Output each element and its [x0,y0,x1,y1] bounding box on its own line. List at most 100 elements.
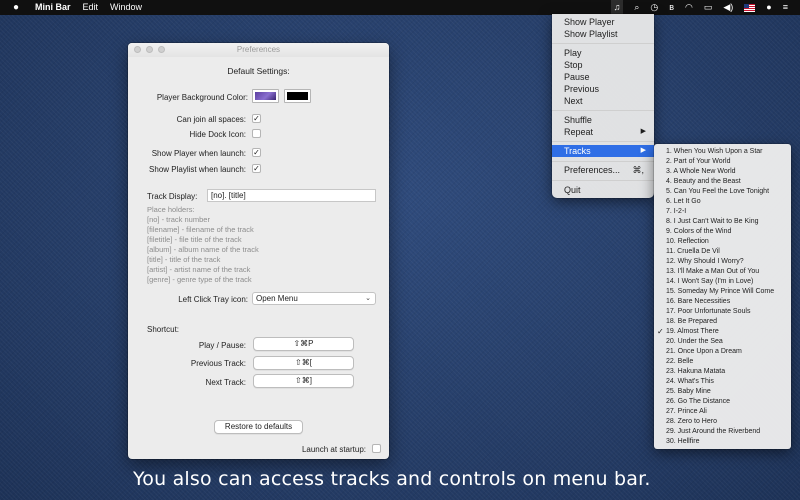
join-spaces-label: Can join all spaces: [176,115,246,124]
track-item[interactable]: 17. Poor Unfortunate Souls [654,307,791,317]
track-item[interactable]: 8. I Just Can't Wait to Be King [654,217,791,227]
track-item[interactable]: 16. Bare Necessities [654,297,791,307]
placeholder-item: [filename] - filename of the track [147,225,254,234]
track-item[interactable]: 1. When You Wish Upon a Star [654,147,791,157]
menu-item-pause[interactable]: Pause [552,71,654,83]
menu-separator [552,141,654,142]
join-spaces-checkbox[interactable]: ✓ [252,114,261,123]
bg-color-swatch-secondary[interactable] [284,89,311,103]
submenu-arrow-icon: ▶ [640,147,646,154]
menu-item-shuffle[interactable]: Shuffle [552,114,654,126]
menu-bar: ● Mini Bar Edit Window ♫ ⌕ ◷ ʙ ◠ ▭ ◀) ● … [0,0,800,15]
menu-item-previous[interactable]: Previous [552,83,654,95]
next-track-shortcut-field[interactable]: ⇧⌘] [253,374,354,388]
apple-icon[interactable]: ● [13,0,25,15]
track-item[interactable]: 18. Be Prepared [654,317,791,327]
default-settings-heading: Default Settings: [227,66,290,76]
search-icon[interactable]: ⌕ [634,0,639,15]
show-playlist-label: Show Playlist when launch: [149,165,246,174]
chevron-down-icon: ⌄ [365,295,371,302]
track-label: 11. Cruella De Vil [666,248,720,255]
track-label: 23. Hakuna Matata [666,368,726,375]
track-item[interactable]: 11. Cruella De Vil [654,247,791,257]
track-item[interactable]: 27. Prince Ali [654,407,791,417]
show-playlist-checkbox[interactable]: ✓ [252,164,261,173]
wifi-icon[interactable]: ◠ [685,0,693,15]
left-click-label: Left Click Tray icon: [178,295,248,304]
menu-item-next[interactable]: Next [552,95,654,107]
menu-item-quit[interactable]: Quit [552,184,654,196]
track-item[interactable]: ✓ 19. Almost There [654,327,791,337]
edit-menu[interactable]: Edit [83,0,99,15]
track-item[interactable]: 29. Just Around the Riverbend [654,427,791,437]
launch-startup-checkbox[interactable] [372,444,381,453]
track-item[interactable]: 10. Reflection [654,237,791,247]
track-label: 27. Prince Ali [666,408,707,415]
track-label: 30. Hellfire [666,438,700,445]
menu-item-show-player[interactable]: Show Player [552,16,654,28]
track-item[interactable]: 23. Hakuna Matata [654,367,791,377]
track-label: 6. Let It Go [666,198,701,205]
promo-caption: You also can access tracks and controls … [133,468,651,490]
track-item[interactable]: 21. Once Upon a Dream [654,347,791,357]
track-item[interactable]: 15. Someday My Prince Will Come [654,287,791,297]
us-flag-icon[interactable] [744,3,756,12]
track-display-input[interactable]: [no]. [title] [207,189,376,202]
menu-item-repeat[interactable]: Repeat ▶ [552,126,654,138]
restore-defaults-button[interactable]: Restore to defaults [214,420,303,434]
track-item[interactable]: 30. Hellfire [654,437,791,447]
track-item[interactable]: 12. Why Should I Worry? [654,257,791,267]
track-item[interactable]: 3. A Whole New World [654,167,791,177]
track-item[interactable]: 22. Belle [654,357,791,367]
preferences-shortcut: ⌘, [632,165,644,175]
window-menu[interactable]: Window [110,0,142,15]
track-item[interactable]: 7. I-2-I [654,207,791,217]
submenu-arrow-icon: ▶ [640,128,646,135]
track-label: 29. Just Around the Riverbend [666,428,761,435]
track-label: 16. Bare Necessities [666,298,731,305]
track-item[interactable]: 9. Colors of the Wind [654,227,791,237]
track-item[interactable]: 6. Let It Go [654,197,791,207]
app-menu[interactable]: Mini Bar [35,0,71,15]
track-item[interactable]: 5. Can You Feel the Love Tonight [654,187,791,197]
track-item[interactable]: 2. Part of Your World [654,157,791,167]
shortcut-heading: Shortcut: [147,325,180,334]
show-player-checkbox[interactable]: ✓ [252,148,261,157]
menu-item-play[interactable]: Play [552,47,654,59]
track-label: 28. Zero to Hero [666,418,717,425]
bluetooth-icon[interactable]: ʙ [669,0,674,15]
notification-list-icon[interactable]: ≡ [783,0,788,15]
menu-item-show-playlist[interactable]: Show Playlist [552,28,654,40]
airplay-icon[interactable]: ▭ [704,0,713,15]
music-note-icon[interactable]: ♫ [610,0,624,15]
track-item[interactable]: 24. What's This [654,377,791,387]
track-item[interactable]: 25. Baby Mine [654,387,791,397]
menu-item-tracks[interactable]: Tracks ▶ [552,145,654,157]
track-item[interactable]: 20. Under the Sea [654,337,791,347]
left-click-select[interactable]: Open Menu ⌄ [252,292,376,305]
play-pause-shortcut-field[interactable]: ⇧⌘P [253,337,354,351]
user-icon[interactable]: ● [766,0,771,15]
window-title: Preferences [236,45,281,54]
track-label: 19. Almost There [666,328,719,335]
time-machine-icon[interactable]: ◷ [650,0,658,15]
track-item[interactable]: 13. I'll Make a Man Out of You [654,267,791,277]
previous-track-shortcut-field[interactable]: ⇧⌘[ [253,356,354,370]
track-item[interactable]: 26. Go The Distance [654,397,791,407]
track-item[interactable]: 4. Beauty and the Beast [654,177,791,187]
track-label: 17. Poor Unfortunate Souls [666,308,751,315]
track-label: 2. Part of Your World [666,158,731,165]
volume-icon[interactable]: ◀) [723,0,733,15]
menu-item-stop[interactable]: Stop [552,59,654,71]
title-bar: Preferences [128,43,389,57]
track-item[interactable]: 14. I Won't Say (I'm in Love) [654,277,791,287]
placeholder-item: [album] - album name of the track [147,245,259,254]
placeholder-item: [no] - track number [147,215,210,224]
menu-item-preferences[interactable]: Preferences... ⌘, [552,164,654,176]
track-item[interactable]: 28. Zero to Hero [654,417,791,427]
track-label: 3. A Whole New World [666,168,736,175]
left-click-select-value: Open Menu [256,294,298,303]
bg-color-swatch-primary[interactable] [252,89,279,103]
hide-dock-checkbox[interactable] [252,129,261,138]
menu-item-preferences-label: Preferences... [564,165,621,175]
